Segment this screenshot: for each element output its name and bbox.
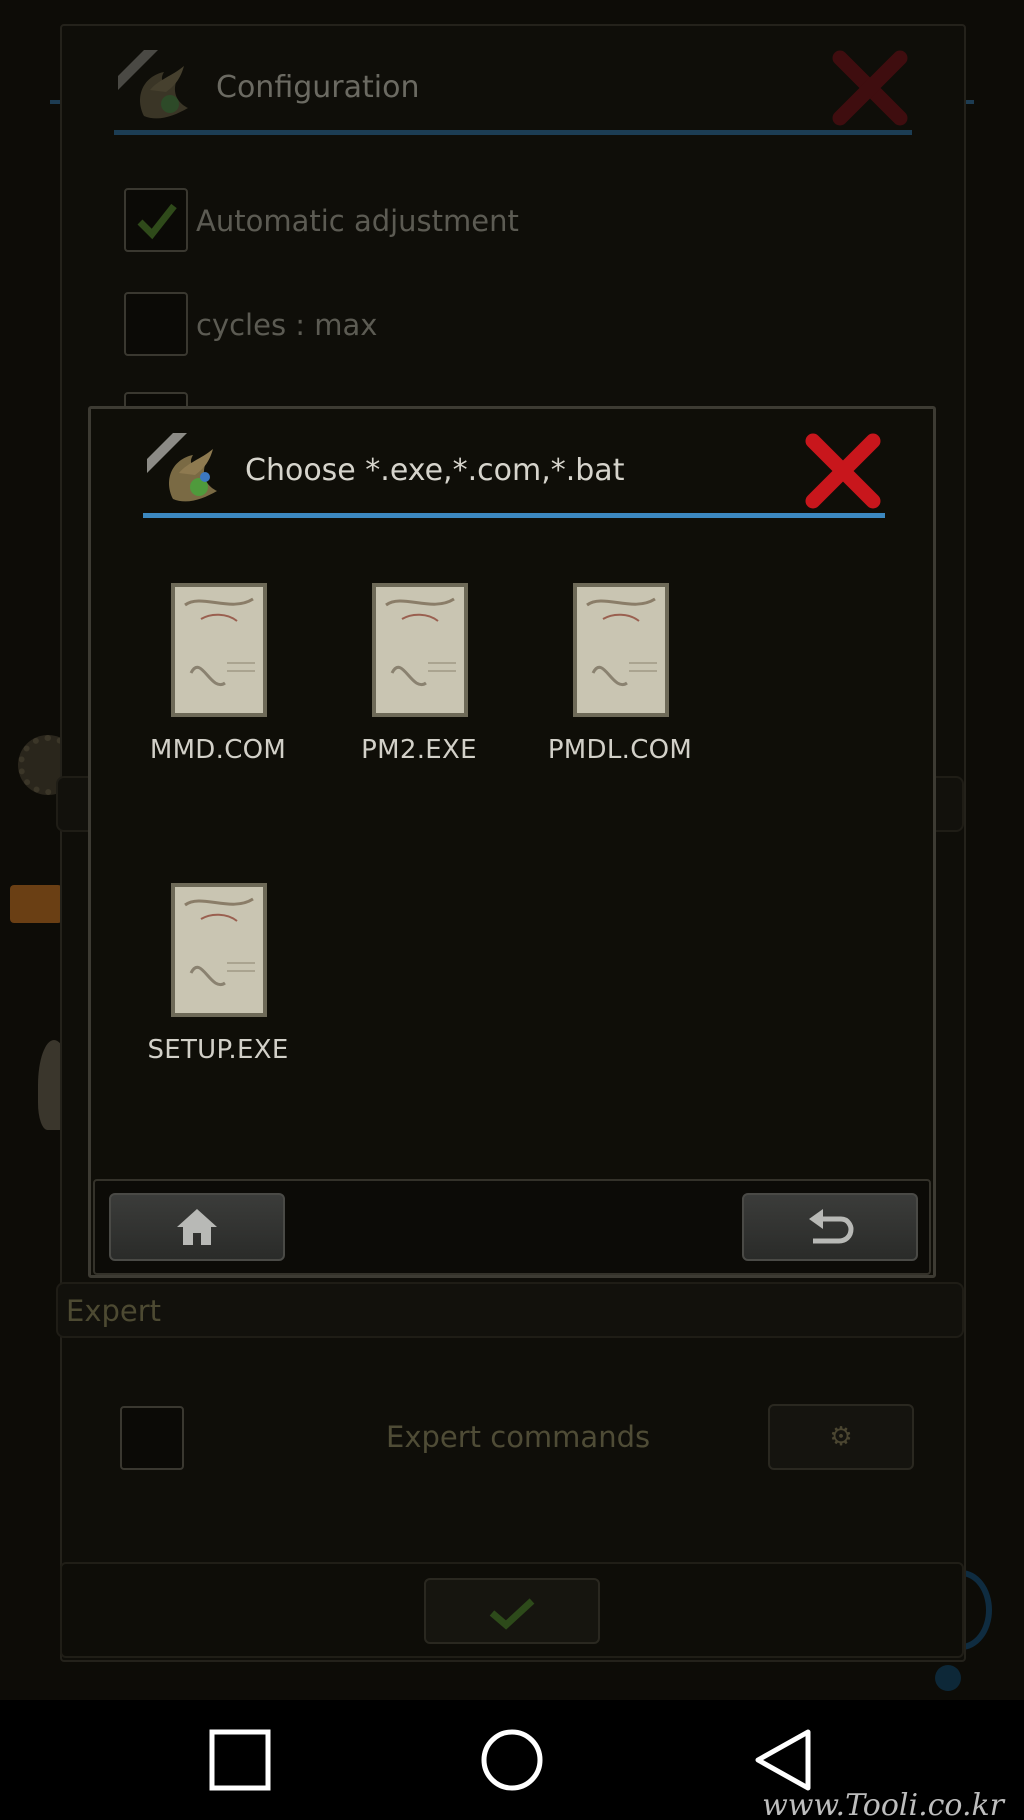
file-chooser-dialog: Choose *.exe,*.com,*.bat MMD.COM PM2.EXE… xyxy=(88,406,936,1278)
file-item[interactable]: MMD.COM xyxy=(123,583,313,803)
file-item[interactable]: PM2.EXE xyxy=(324,583,514,803)
config-title: Configuration xyxy=(216,70,420,105)
document-scroll-icon xyxy=(171,883,267,1017)
expert-commands-checkbox[interactable] xyxy=(120,1406,184,1470)
file-chooser-footer xyxy=(93,1179,931,1275)
file-chooser-title: Choose *.exe,*.com,*.bat xyxy=(245,453,625,488)
confirm-bar xyxy=(60,1562,964,1658)
file-name: SETUP.EXE xyxy=(147,1035,289,1065)
checkmark-icon xyxy=(489,1598,535,1630)
background-orange-tab xyxy=(10,885,62,923)
screen: Configuration Automatic adjustment cycle… xyxy=(0,0,1024,1820)
expert-section-label: Expert xyxy=(66,1294,162,1328)
automatic-adjustment-label: Automatic adjustment xyxy=(196,204,519,238)
file-name: PM2.EXE xyxy=(361,735,477,765)
home-button[interactable] xyxy=(109,1193,285,1261)
file-item[interactable]: PMDL.COM xyxy=(525,583,715,803)
dragon-app-icon xyxy=(147,433,217,502)
file-name: MMD.COM xyxy=(149,735,287,765)
cycles-max-checkbox[interactable] xyxy=(124,292,188,356)
file-chooser-title-underline xyxy=(143,513,885,518)
expert-commands-button[interactable]: ⚙ xyxy=(768,1404,914,1470)
cycles-max-label: cycles : max xyxy=(196,308,378,342)
close-icon[interactable] xyxy=(801,429,885,513)
document-scroll-icon xyxy=(171,583,267,717)
automatic-adjustment-checkbox[interactable] xyxy=(124,188,188,252)
background-blue-dot xyxy=(935,1665,961,1691)
checkmark-icon xyxy=(137,203,177,240)
config-title-underline xyxy=(114,130,912,135)
back-button[interactable] xyxy=(742,1193,918,1261)
back-triangle-icon[interactable] xyxy=(752,1728,816,1792)
home-circle-icon[interactable] xyxy=(480,1728,544,1792)
expert-commands-label: Expert commands xyxy=(386,1420,651,1454)
recent-apps-icon[interactable] xyxy=(208,1728,272,1792)
config-close-icon[interactable] xyxy=(828,46,912,130)
dragon-app-icon xyxy=(118,50,188,119)
confirm-button[interactable] xyxy=(424,1578,600,1644)
watermark-text: www.Tooli.co.kr xyxy=(762,1788,1004,1820)
file-name: PMDL.COM xyxy=(547,735,693,765)
document-scroll-icon xyxy=(372,583,468,717)
gear-icon: ⚙ xyxy=(829,1422,853,1452)
expert-section-header: Expert xyxy=(56,1282,964,1338)
back-arrow-icon xyxy=(809,1209,854,1244)
home-icon xyxy=(177,1209,217,1245)
file-item[interactable]: SETUP.EXE xyxy=(123,883,313,1103)
document-scroll-icon xyxy=(573,583,669,717)
